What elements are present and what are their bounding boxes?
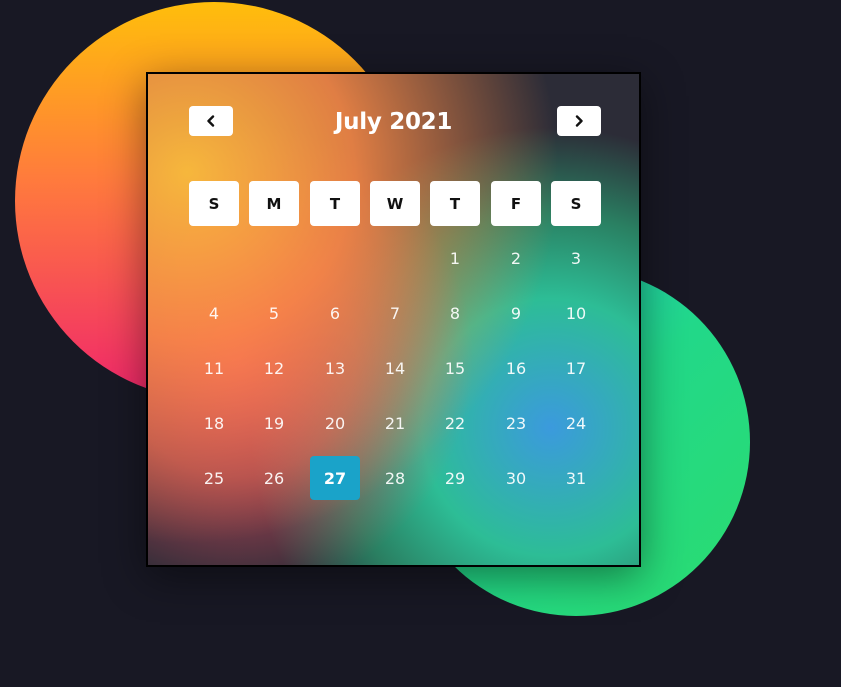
- chevron-right-icon: [574, 115, 584, 127]
- day-cell[interactable]: 29: [430, 456, 480, 500]
- day-cell[interactable]: 15: [430, 346, 480, 390]
- next-month-button[interactable]: [557, 106, 601, 136]
- day-cell[interactable]: 17: [551, 346, 601, 390]
- page: July 2021 S M T W T F S 1 2 3 4 5 6 7 8 9 10 11 12 13 14 15 16…: [0, 0, 841, 687]
- day-cell[interactable]: 30: [491, 456, 541, 500]
- day-cell[interactable]: 26: [249, 456, 299, 500]
- weekday-header-monday: M: [249, 181, 299, 226]
- day-cell[interactable]: 25: [189, 456, 239, 500]
- day-cell[interactable]: 4: [189, 291, 239, 335]
- day-cell[interactable]: 11: [189, 346, 239, 390]
- day-cell[interactable]: 2: [491, 236, 541, 280]
- day-cell[interactable]: 1: [430, 236, 480, 280]
- weekday-header-tuesday: T: [310, 181, 360, 226]
- day-cell[interactable]: 6: [310, 291, 360, 335]
- day-cell[interactable]: 3: [551, 236, 601, 280]
- day-cell[interactable]: 10: [551, 291, 601, 335]
- day-cell[interactable]: 14: [370, 346, 420, 390]
- weekday-header-wednesday: W: [370, 181, 420, 226]
- day-cell[interactable]: 7: [370, 291, 420, 335]
- selected-day-cell[interactable]: 27: [310, 456, 360, 500]
- day-cell[interactable]: 22: [430, 401, 480, 445]
- weekday-header-thursday: T: [430, 181, 480, 226]
- day-cell[interactable]: 13: [310, 346, 360, 390]
- weekday-header-friday: F: [491, 181, 541, 226]
- day-cell[interactable]: 5: [249, 291, 299, 335]
- day-cell[interactable]: 20: [310, 401, 360, 445]
- day-cell[interactable]: 16: [491, 346, 541, 390]
- day-cell[interactable]: 9: [491, 291, 541, 335]
- day-cell[interactable]: 28: [370, 456, 420, 500]
- day-cell[interactable]: 8: [430, 291, 480, 335]
- day-cell[interactable]: 31: [551, 456, 601, 500]
- weekday-header-sunday: S: [189, 181, 239, 226]
- calendar-card: July 2021 S M T W T F S 1 2 3 4 5 6 7 8 9 10 11 12 13 14 15 16…: [146, 72, 641, 567]
- day-cell[interactable]: 18: [189, 401, 239, 445]
- day-cell[interactable]: 19: [249, 401, 299, 445]
- day-cell[interactable]: 12: [249, 346, 299, 390]
- day-cell[interactable]: 21: [370, 401, 420, 445]
- weekday-header-saturday: S: [551, 181, 601, 226]
- day-cell[interactable]: 24: [551, 401, 601, 445]
- day-cell[interactable]: 23: [491, 401, 541, 445]
